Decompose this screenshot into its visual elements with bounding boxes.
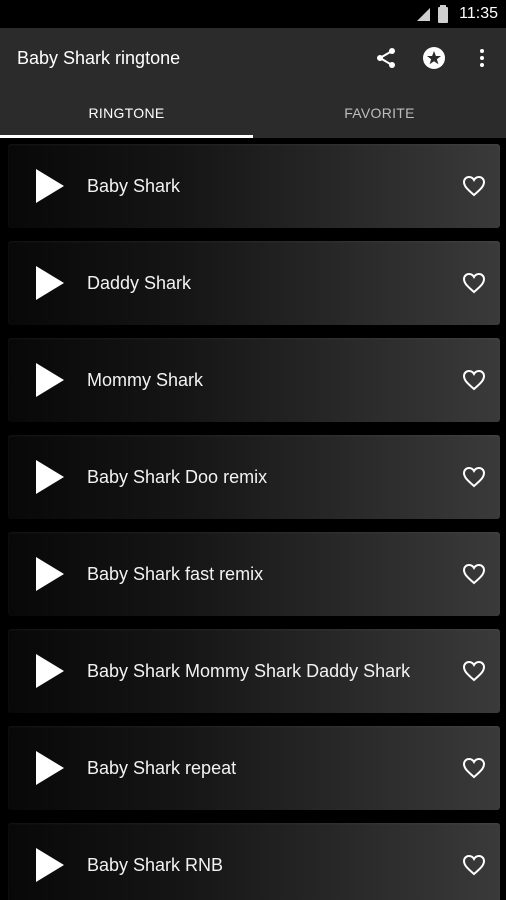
status-bar: 11:35 xyxy=(0,0,506,28)
play-button[interactable] xyxy=(18,823,82,900)
favorite-button[interactable] xyxy=(450,550,498,598)
tab-ringtone[interactable]: RINGTONE xyxy=(0,88,253,138)
star-circle-icon xyxy=(423,47,445,69)
list-item[interactable]: Mommy Shark xyxy=(8,338,500,422)
play-icon xyxy=(36,751,64,785)
play-icon xyxy=(36,266,64,300)
ringtone-title: Baby Shark xyxy=(87,175,181,196)
play-icon xyxy=(36,848,64,882)
favorite-button[interactable] xyxy=(450,356,498,404)
play-button[interactable] xyxy=(18,144,82,228)
heart-outline-icon xyxy=(462,563,486,585)
ringtone-title: Baby Shark Mommy Shark Daddy Shark xyxy=(87,660,411,681)
heart-outline-icon xyxy=(462,466,486,488)
list-item[interactable]: Baby Shark Doo remix xyxy=(8,435,500,519)
app-bar: Baby Shark ringtone xyxy=(0,28,506,88)
signal-icon xyxy=(417,8,431,21)
heart-outline-icon xyxy=(462,175,486,197)
ringtone-title: Baby Shark fast remix xyxy=(87,563,264,584)
list-item[interactable]: Baby Shark repeat xyxy=(8,726,500,810)
play-icon xyxy=(36,460,64,494)
tab-favorite[interactable]: FAVORITE xyxy=(253,88,506,138)
ringtone-title: Baby Shark RNB xyxy=(87,854,224,875)
play-button[interactable] xyxy=(18,338,82,422)
favorite-button[interactable] xyxy=(450,744,498,792)
heart-outline-icon xyxy=(462,272,486,294)
ringtone-title: Daddy Shark xyxy=(87,272,192,293)
heart-outline-icon xyxy=(462,757,486,779)
ringtone-title: Mommy Shark xyxy=(87,369,204,390)
share-button[interactable] xyxy=(362,34,410,82)
play-button[interactable] xyxy=(18,629,82,713)
rate-button[interactable] xyxy=(410,34,458,82)
heart-outline-icon xyxy=(462,369,486,391)
play-button[interactable] xyxy=(18,532,82,616)
ringtone-list[interactable]: Baby Shark Daddy Shark Mommy Shark Baby … xyxy=(0,138,506,900)
ringtone-title: Baby Shark Doo remix xyxy=(87,466,268,487)
favorite-button[interactable] xyxy=(450,453,498,501)
play-icon xyxy=(36,169,64,203)
status-time: 11:35 xyxy=(459,5,498,22)
list-item[interactable]: Baby Shark fast remix xyxy=(8,532,500,616)
more-vert-icon xyxy=(480,49,484,67)
play-button[interactable] xyxy=(18,726,82,810)
list-item[interactable]: Daddy Shark xyxy=(8,241,500,325)
favorite-button[interactable] xyxy=(450,841,498,889)
ringtone-title: Baby Shark repeat xyxy=(87,757,237,778)
play-button[interactable] xyxy=(18,435,82,519)
play-button[interactable] xyxy=(18,241,82,325)
play-icon xyxy=(36,363,64,397)
list-item[interactable]: Baby Shark RNB xyxy=(8,823,500,900)
tab-ringtone-label: RINGTONE xyxy=(88,105,165,121)
overflow-menu-button[interactable] xyxy=(458,34,506,82)
app-title: Baby Shark ringtone xyxy=(17,47,181,68)
tab-bar: RINGTONE FAVORITE xyxy=(0,88,506,138)
heart-outline-icon xyxy=(462,854,486,876)
share-icon xyxy=(377,48,395,68)
tab-favorite-label: FAVORITE xyxy=(344,105,415,121)
play-icon xyxy=(36,557,64,591)
favorite-button[interactable] xyxy=(450,162,498,210)
list-item[interactable]: Baby Shark Mommy Shark Daddy Shark xyxy=(8,629,500,713)
favorite-button[interactable] xyxy=(450,647,498,695)
list-item[interactable]: Baby Shark xyxy=(8,144,500,228)
battery-icon xyxy=(438,5,449,23)
play-icon xyxy=(36,654,64,688)
favorite-button[interactable] xyxy=(450,259,498,307)
heart-outline-icon xyxy=(462,660,486,682)
